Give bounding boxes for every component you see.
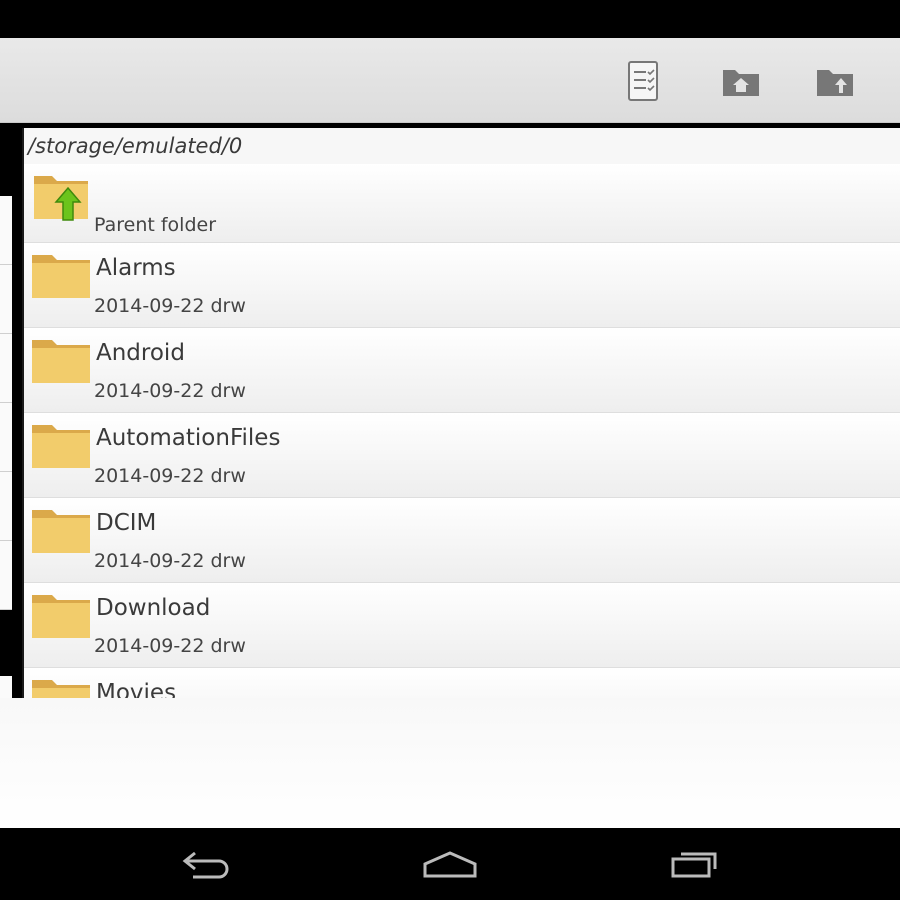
folder-icon: [32, 680, 90, 698]
home-button[interactable]: [415, 842, 485, 886]
file-list: Parent folder Alarms 2014-09-22 drw Andr…: [24, 164, 900, 698]
home-icon: [423, 851, 477, 878]
folder-row[interactable]: Alarms 2014-09-22 drw: [24, 243, 900, 328]
select-items-button[interactable]: [618, 56, 668, 106]
upload-folder-button[interactable]: [810, 56, 860, 106]
action-bar: [0, 38, 900, 123]
row-name: Android: [96, 340, 185, 366]
back-icon: [182, 851, 229, 879]
folder-icon: [32, 510, 90, 553]
folder-row[interactable]: DCIM 2014-09-22 drw: [24, 498, 900, 583]
checklist-icon: [628, 61, 658, 101]
status-bar: [0, 0, 900, 38]
left-pane-item[interactable]: [0, 472, 12, 541]
parent-folder-icon: [34, 176, 88, 221]
left-pane-item[interactable]: [0, 334, 12, 403]
folder-row[interactable]: Movies: [24, 668, 900, 698]
back-button[interactable]: [172, 842, 242, 886]
row-meta: 2014-09-22 drw: [94, 295, 246, 317]
folder-row[interactable]: AutomationFiles 2014-09-22 drw: [24, 413, 900, 498]
left-pane-item[interactable]: [0, 403, 12, 472]
row-name: Movies: [96, 680, 177, 698]
folder-home-icon: [723, 70, 759, 96]
folder-row[interactable]: Download 2014-09-22 drw: [24, 583, 900, 668]
row-meta: 2014-09-22 drw: [94, 635, 246, 657]
row-meta: 2014-09-22 drw: [94, 550, 246, 572]
parent-folder-row[interactable]: Parent folder: [24, 164, 900, 243]
row-name: Download: [96, 595, 211, 621]
left-pane-item[interactable]: [0, 196, 12, 265]
left-pane-item[interactable]: [0, 265, 12, 334]
left-pane-item[interactable]: [0, 676, 12, 699]
current-path: /storage/emulated/0: [28, 134, 243, 158]
row-meta: 2014-09-22 drw: [94, 380, 246, 402]
empty-area: [0, 698, 900, 828]
navigation-bar: [0, 828, 900, 900]
folder-icon: [32, 595, 90, 638]
left-pane-item[interactable]: [0, 541, 12, 610]
folder-icon: [32, 340, 90, 383]
home-folder-button[interactable]: [716, 56, 766, 106]
recents-button[interactable]: [660, 842, 730, 886]
row-meta: 2014-09-22 drw: [94, 465, 246, 487]
file-browser-pane: /storage/emulated/0 Parent folder Alarms…: [22, 128, 900, 698]
row-name: AutomationFiles: [96, 425, 281, 451]
folder-upload-icon: [817, 70, 853, 96]
row-name: DCIM: [96, 510, 157, 536]
folder-row[interactable]: Android 2014-09-22 drw: [24, 328, 900, 413]
row-meta: Parent folder: [94, 214, 217, 236]
left-pane: [0, 128, 16, 699]
recents-icon: [671, 852, 717, 878]
folder-icon: [32, 425, 90, 468]
folder-icon: [32, 255, 90, 298]
row-name: Alarms: [96, 255, 176, 281]
